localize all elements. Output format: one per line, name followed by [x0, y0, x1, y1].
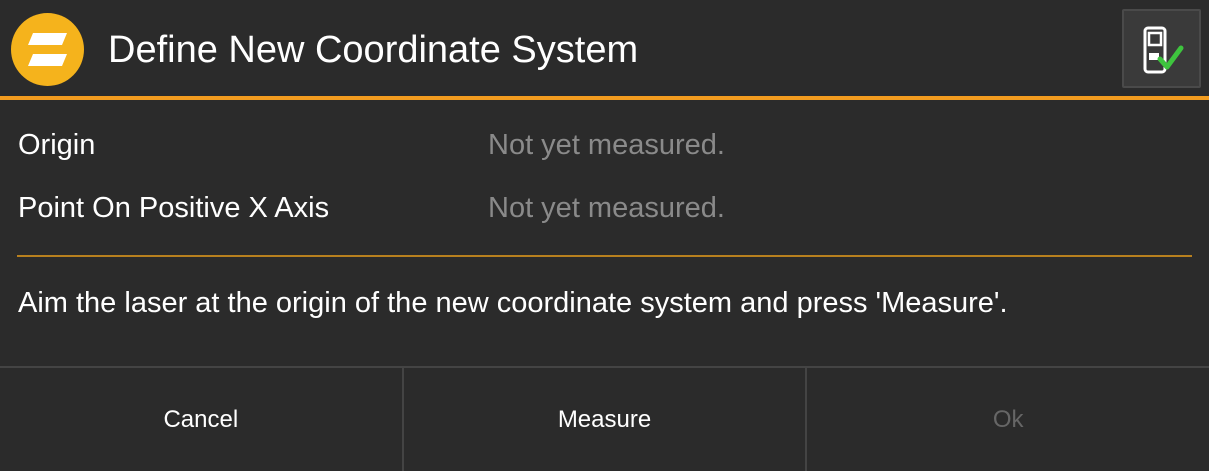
section-divider — [17, 255, 1192, 257]
cancel-button[interactable]: Cancel — [0, 368, 402, 471]
device-connected-check-icon — [1143, 26, 1184, 74]
origin-label: Origin — [18, 129, 96, 161]
app-logo-icon — [11, 13, 84, 86]
measure-button[interactable]: Measure — [401, 368, 806, 471]
dialog-title: Define New Coordinate System — [108, 29, 639, 71]
origin-status: Not yet measured. — [488, 129, 725, 161]
dialog-button-bar: Cancel Measure Ok — [0, 366, 1209, 471]
device-status-button[interactable] — [1122, 9, 1201, 88]
instruction-text: Aim the laser at the origin of the new c… — [18, 287, 1008, 319]
define-coordinate-system-dialog: Define New Coordinate System Origin Not … — [0, 0, 1209, 471]
dialog-header: Define New Coordinate System — [0, 0, 1209, 100]
ok-button[interactable]: Ok — [805, 368, 1209, 471]
x-axis-point-label: Point On Positive X Axis — [18, 192, 330, 224]
x-axis-point-status: Not yet measured. — [488, 192, 725, 224]
